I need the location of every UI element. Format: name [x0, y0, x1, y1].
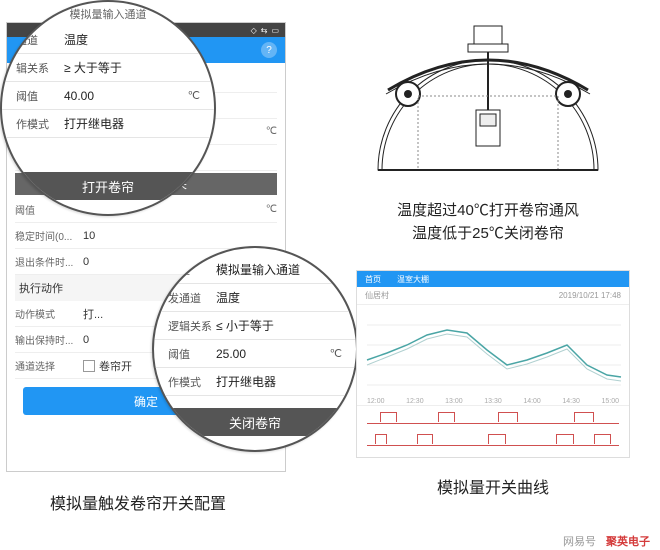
chart-tab-greenhouse[interactable]: 温室大棚	[397, 274, 429, 285]
row-unit: ℃	[266, 204, 277, 215]
help-icon[interactable]: ?	[261, 42, 277, 58]
checkbox-icon[interactable]	[83, 360, 95, 372]
form-row[interactable]: 阈值25.00℃	[154, 340, 356, 368]
tick-label: 13:30	[484, 398, 502, 405]
form-row[interactable]: 稳定时间(0...10	[15, 223, 277, 249]
row-label: 退出条件时...	[15, 254, 83, 269]
row-value: 25.00	[216, 347, 330, 361]
row-label: 动作模式	[15, 306, 83, 321]
form-row[interactable]: 阈值40.00℃	[2, 82, 214, 110]
greenhouse-diagram	[358, 20, 618, 190]
row-label: 通道选择	[15, 358, 83, 373]
row-value: 打开继电器	[64, 115, 200, 132]
relay-pulse	[574, 412, 594, 422]
diagram-caption-l2: 温度低于25℃关闭卷帘	[358, 223, 618, 246]
lens-open-footer: 打开卷帘	[2, 172, 214, 200]
form-row[interactable]: 作模式打开继电器	[2, 110, 214, 138]
row-label: 发通道	[168, 290, 216, 306]
diagram-caption: 温度超过40℃打开卷帘通风 温度低于25℃关闭卷帘	[358, 200, 618, 245]
chart-info: 仙居村 2019/10/21 17:48	[357, 287, 629, 305]
tick-label: 13:00	[445, 398, 463, 405]
row-value: 10	[83, 230, 277, 242]
row-value: ≤ 小于等于	[216, 317, 342, 334]
tick-label: 12:00	[367, 398, 385, 405]
row-label: 作模式	[168, 374, 216, 390]
form-row[interactable]: 逻辑关系≤ 小于等于	[154, 312, 356, 340]
relay-pulse	[375, 434, 388, 444]
row-unit: ℃	[330, 347, 342, 360]
signal-icon: ⇆	[261, 26, 268, 35]
footer-brand: 聚英电子	[606, 533, 650, 549]
row-label: 阈值	[168, 346, 216, 362]
diagram-caption-l1: 温度超过40℃打开卷帘通风	[358, 200, 618, 223]
row-label: 逻辑关系	[168, 318, 216, 334]
relay-pulse	[417, 434, 432, 444]
chart-info-right: 2019/10/21 17:48	[559, 291, 621, 300]
chart-tab-home[interactable]: 首页	[365, 274, 381, 285]
relay-pulse	[380, 412, 398, 422]
chart-relay-area	[357, 405, 629, 455]
tick-label: 15:00	[601, 398, 619, 405]
form-row[interactable]: 辑关系≥ 大于等于	[2, 54, 214, 82]
row-value: 模拟量输入通道	[216, 261, 342, 278]
relay-pulse	[556, 434, 574, 444]
row-label: 作模式	[16, 116, 64, 132]
chart-panel: 首页 温室大棚 仙居村 2019/10/21 17:48 12:0012:301…	[356, 270, 630, 458]
form-row[interactable]: 通道温度	[2, 26, 214, 54]
relay-pulse	[488, 434, 506, 444]
row-label: 稳定时间(0...	[15, 228, 83, 243]
tick-label: 14:30	[562, 398, 580, 405]
row-value: ≥ 大于等于	[64, 59, 200, 76]
tick-label: 12:30	[406, 398, 424, 405]
footer-site: 网易号	[563, 533, 596, 549]
wifi-icon: ◇	[251, 26, 257, 35]
row-unit: ℃	[266, 126, 277, 137]
chart-header: 首页 温室大棚	[357, 271, 629, 287]
relay-pulse	[498, 412, 518, 422]
form-row[interactable]: 作模式打开继电器	[154, 368, 356, 396]
row-value: 40.00	[64, 89, 188, 103]
relay-pulse	[594, 434, 612, 444]
lens-close-footer: 关闭卷帘	[154, 408, 356, 436]
left-caption: 模拟量触发卷帘开关配置	[50, 490, 226, 514]
relay-pulse	[438, 412, 456, 422]
tick-label: 14:00	[523, 398, 541, 405]
battery-icon: ▭	[271, 26, 279, 35]
row-label: 输出保持时...	[15, 332, 83, 347]
row-value: 温度	[64, 31, 200, 48]
page-footer: 网易号 聚英电子	[563, 532, 660, 550]
chart-caption: 模拟量开关曲线	[356, 474, 630, 498]
row-unit: ℃	[188, 89, 200, 102]
form-row[interactable]: 发通道温度	[154, 284, 356, 312]
action-label: 执行动作	[19, 280, 63, 296]
chart-line-area: 12:00 12:30 13:00 13:30 14:00 14:30 15:00	[357, 305, 629, 405]
lens-open: 模拟量输入通道 通道温度辑关系≥ 大于等于阈值40.00℃作模式打开继电器 打开…	[0, 0, 216, 216]
row-label: 阈值	[16, 88, 64, 104]
row-value: 温度	[216, 289, 342, 306]
lens-close: 类型模拟量输入通道发通道温度逻辑关系≤ 小于等于阈值25.00℃作模式打开继电器…	[152, 246, 358, 452]
row-label: 辑关系	[16, 60, 64, 76]
row-value: 打开继电器	[216, 373, 342, 390]
chart-info-left: 仙居村	[365, 290, 389, 301]
